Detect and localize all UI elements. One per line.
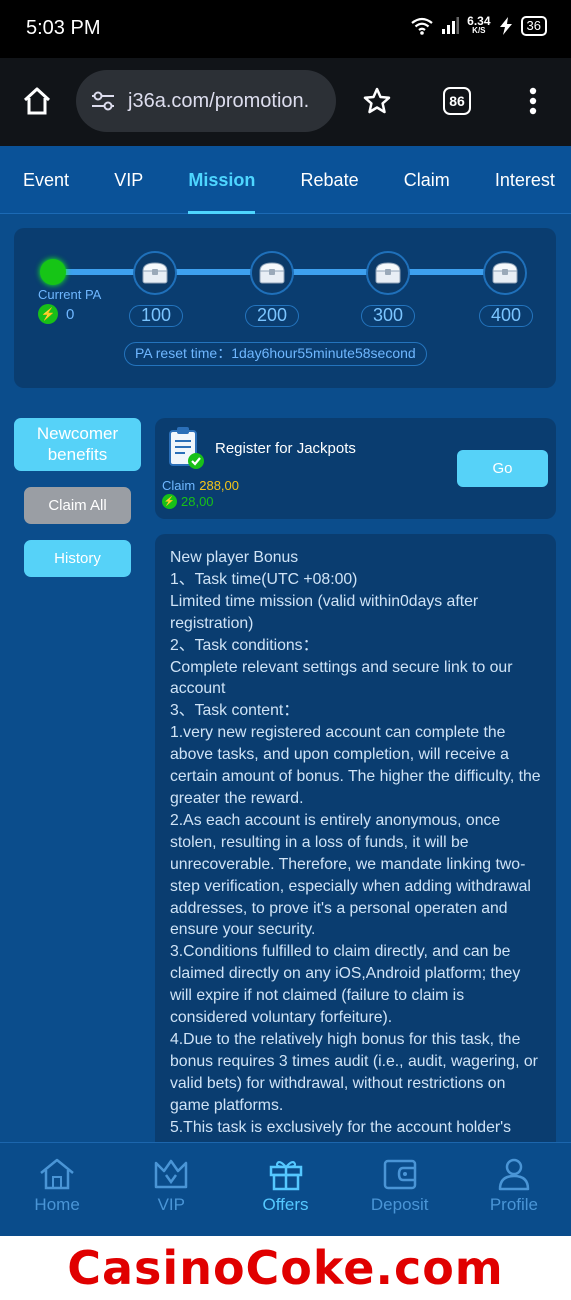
- network-speed: 6.34 K/S: [467, 14, 491, 35]
- status-bar: 5:03 PM 6.34 K/S 36: [0, 0, 571, 58]
- battery-indicator: 36: [520, 16, 547, 36]
- nav-offers[interactable]: Offers: [228, 1143, 342, 1236]
- status-time: 5:03 PM: [26, 17, 101, 39]
- description-line: New player Bonus: [170, 549, 299, 566]
- casinococke-watermark: CasinoCoke.com: [0, 1236, 571, 1300]
- current-pa-value: 0: [66, 305, 75, 323]
- person-icon: [498, 1158, 530, 1191]
- url-bar[interactable]: j36a.com/promotion.: [76, 70, 336, 132]
- home-button[interactable]: [20, 84, 54, 118]
- claim-label: Claim: [162, 478, 196, 493]
- pa-bolt-icon: ⚡: [162, 494, 177, 509]
- home-icon: [40, 1158, 74, 1190]
- nav-deposit[interactable]: Deposit: [343, 1143, 457, 1236]
- browser-home-icon: [23, 87, 51, 115]
- treasure-chest-icon[interactable]: [483, 251, 527, 295]
- level-100: 100: [129, 305, 183, 327]
- mission-description: New player Bonus 1、Task time(UTC +08:00)…: [155, 534, 556, 1154]
- description-line: 2、Task conditions：: [170, 636, 319, 654]
- mission-pa-reward: ⚡ 28,00: [162, 494, 214, 509]
- wallet-icon: [383, 1159, 416, 1190]
- tab-vip[interactable]: VIP: [114, 146, 143, 214]
- mission-card: Register for Jackpots Claim 288,00 ⚡ 28,…: [155, 418, 556, 519]
- mission-reward: Claim 288,00: [162, 478, 239, 493]
- signal-icon: [442, 17, 460, 34]
- tab-event[interactable]: Event: [23, 146, 69, 214]
- tab-interest[interactable]: Interest: [495, 146, 555, 214]
- description-line: Complete relevant settings and secure li…: [170, 658, 513, 698]
- browser-toolbar: j36a.com/promotion. 86: [0, 58, 571, 146]
- claim-all-button[interactable]: Claim All: [24, 487, 131, 524]
- description-line: 3.Conditions fulfilled to claim directly…: [170, 943, 521, 1027]
- tab-count: 86: [443, 87, 471, 115]
- promotion-page: Event VIP Mission Rebate Claim Interest …: [0, 146, 571, 1236]
- promotion-tabs: Event VIP Mission Rebate Claim Interest: [0, 146, 571, 214]
- charging-bolt-icon: [499, 17, 512, 35]
- nav-home-label: Home: [34, 1195, 80, 1214]
- tab-mission[interactable]: Mission: [188, 146, 256, 214]
- gift-icon: [269, 1161, 302, 1191]
- more-vert-icon: [529, 87, 537, 115]
- description-line: 4.Due to the relatively high bonus for t…: [170, 1030, 538, 1114]
- pa-reset-time: PA reset time：1day6hour55minute58second: [124, 342, 427, 366]
- screen: 5:03 PM 6.34 K/S 36 j36a.com/promotion. …: [0, 0, 571, 1300]
- bottom-nav: Home VIP Offers Deposit Profile: [0, 1142, 571, 1236]
- clipboard-check-icon: [169, 427, 204, 469]
- level-200: 200: [245, 305, 299, 327]
- status-icons: 6.34 K/S 36: [411, 14, 547, 36]
- description-line: 1.very new registered account can comple…: [170, 724, 541, 807]
- nav-offers-label: Offers: [262, 1195, 309, 1214]
- pa-progress-card: Current PA ⚡ 0 100 200 300 400 PA reset …: [14, 228, 556, 388]
- crown-icon: [155, 1159, 188, 1189]
- current-pa-marker: [40, 259, 66, 285]
- level-300: 300: [361, 305, 415, 327]
- nav-deposit-label: Deposit: [370, 1195, 429, 1214]
- description-line: 1、Task time(UTC +08:00): [170, 570, 358, 588]
- treasure-chest-icon[interactable]: [366, 251, 410, 295]
- nav-profile-label: Profile: [489, 1195, 538, 1214]
- pa-reward-value: 28,00: [181, 494, 214, 509]
- treasure-chest-icon[interactable]: [133, 251, 177, 295]
- current-pa-row: ⚡ 0: [38, 304, 74, 324]
- newcomer-benefits-button[interactable]: Newcomer benefits: [14, 418, 141, 471]
- current-pa-label: Current PA: [38, 287, 102, 302]
- treasure-chest-icon[interactable]: [250, 251, 294, 295]
- description-line: 5.This task is exclusively for the accou…: [170, 1118, 512, 1136]
- go-button[interactable]: Go: [457, 450, 548, 487]
- url-text: j36a.com/promotion.: [128, 89, 310, 112]
- pa-bolt-icon: ⚡: [38, 304, 58, 324]
- claim-value: 288,00: [199, 478, 239, 493]
- description-line: Limited time mission (valid within0days …: [170, 592, 479, 632]
- watermark-text: CasinoCoke.com: [67, 1241, 504, 1295]
- more-menu-button[interactable]: [516, 84, 550, 118]
- level-400: 400: [479, 305, 533, 327]
- history-button[interactable]: History: [24, 540, 131, 577]
- nav-home[interactable]: Home: [0, 1143, 114, 1236]
- tabs-button[interactable]: 86: [440, 84, 474, 118]
- bookmark-button[interactable]: [360, 84, 394, 118]
- description-line: 2.As each account is entirely anonymous,…: [170, 811, 531, 939]
- site-settings-icon: [92, 91, 114, 111]
- nav-vip-label: VIP: [157, 1195, 185, 1214]
- wifi-icon: [411, 17, 433, 35]
- description-line: 3、Task content：: [170, 702, 300, 720]
- mission-title: Register for Jackpots: [215, 440, 356, 457]
- tab-claim[interactable]: Claim: [404, 146, 450, 214]
- nav-vip[interactable]: VIP: [114, 1143, 228, 1236]
- star-icon: [363, 87, 391, 114]
- nav-profile[interactable]: Profile: [457, 1143, 571, 1236]
- tab-rebate[interactable]: Rebate: [301, 146, 359, 214]
